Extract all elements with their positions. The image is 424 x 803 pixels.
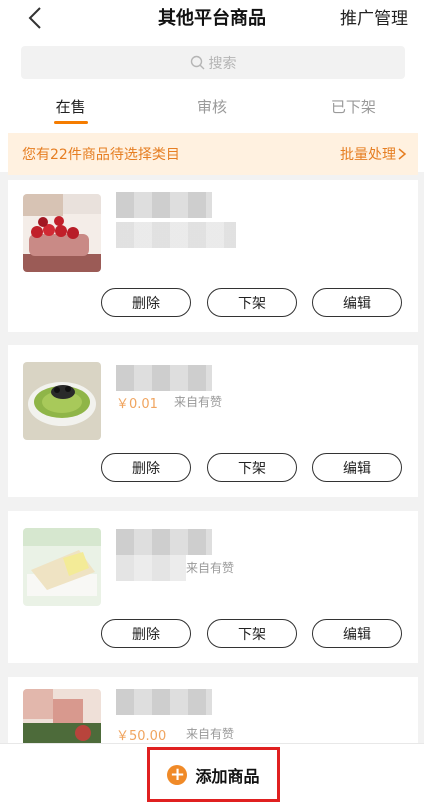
product-title-blurred [116, 365, 212, 391]
nav-bar: 其他平台商品 推广管理 [0, 0, 424, 36]
product-source: 来自有赞 [174, 395, 223, 409]
notice-text: 您有22件商品待选择类目 [22, 147, 180, 163]
search-input[interactable]: 搜索 [21, 46, 405, 79]
product-image[interactable] [23, 362, 101, 440]
delist-button[interactable]: 下架 [207, 453, 297, 482]
active-tab-indicator [53, 121, 88, 124]
bottom-bar: + 添加商品 [0, 743, 424, 803]
product-card: ￥0.01 来自有赞 删除 下架 编辑 [8, 345, 418, 497]
product-subtitle-blurred [116, 555, 186, 581]
edit-button[interactable]: 编辑 [312, 288, 402, 317]
product-image[interactable] [23, 194, 101, 272]
delete-button[interactable]: 删除 [101, 288, 191, 317]
tab-on-sale[interactable]: 在售 [0, 96, 141, 126]
tab-label: 审核 [196, 98, 227, 116]
product-card: 来自有赞 删除 下架 编辑 [8, 511, 418, 663]
delete-button[interactable]: 删除 [101, 453, 191, 482]
edit-button[interactable]: 编辑 [312, 619, 402, 648]
tab-label: 在售 [55, 98, 86, 116]
plus-circle-icon: + [167, 764, 188, 785]
edit-button[interactable]: 编辑 [312, 453, 402, 482]
product-price: ￥50.00 [116, 729, 167, 744]
category-notice-bar: 您有22件商品待选择类目 批量处理 [8, 133, 418, 175]
product-title-blurred [116, 689, 212, 715]
search-placeholder: 搜索 [208, 55, 237, 72]
product-source: 来自有赞 [186, 561, 235, 575]
batch-process-label: 批量处理 [340, 147, 396, 163]
product-price: ￥0.01 [116, 397, 158, 412]
batch-process-link[interactable]: 批量处理 [340, 144, 408, 164]
product-source: 来自有赞 [186, 727, 235, 741]
add-product-label: 添加商品 [195, 766, 260, 786]
delist-button[interactable]: 下架 [207, 619, 297, 648]
chevron-right-icon [398, 148, 407, 160]
product-card: 删除 下架 编辑 [8, 180, 418, 332]
tab-review[interactable]: 审核 [141, 96, 282, 126]
status-tabs: 在售 审核 已下架 [0, 96, 424, 126]
product-title-blurred [116, 192, 212, 218]
tab-label: 已下架 [330, 98, 376, 116]
tab-removed[interactable]: 已下架 [283, 96, 424, 126]
product-title-blurred [116, 529, 212, 555]
search-icon [190, 55, 204, 70]
add-product-button[interactable]: + 添加商品 [147, 747, 280, 802]
product-card: ￥50.00 来自有赞 [8, 677, 418, 747]
delete-button[interactable]: 删除 [101, 619, 191, 648]
product-image[interactable] [23, 528, 101, 606]
delist-button[interactable]: 下架 [207, 288, 297, 317]
product-image[interactable] [23, 689, 101, 747]
product-subtitle-blurred [116, 222, 236, 248]
promotion-management-link[interactable]: 推广管理 [340, 4, 408, 29]
